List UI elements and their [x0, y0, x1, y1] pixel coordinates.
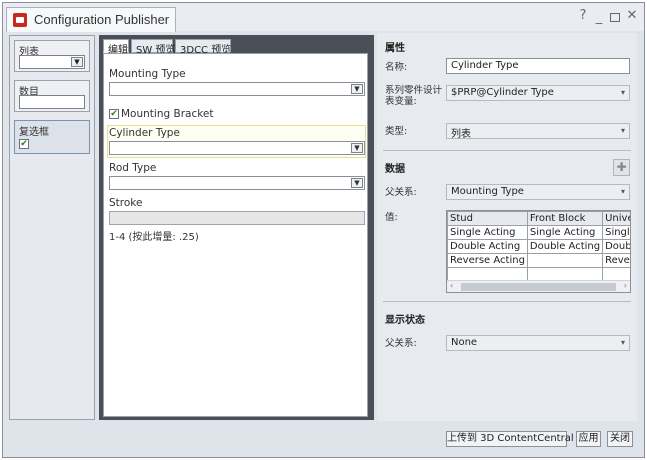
mounting-bracket-label[interactable]: Mounting Bracket: [121, 108, 214, 120]
cylinder-type-label[interactable]: Cylinder Type: [109, 127, 180, 139]
palette-item-checkbox[interactable]: 复选框 ✔: [14, 120, 90, 154]
list-dropdown-preview: ▼: [19, 55, 85, 69]
data-parent-dropdown[interactable]: Mounting Type ▾: [446, 184, 630, 200]
grid-column-header[interactable]: Stud: [447, 211, 528, 226]
grid-cell[interactable]: Single Ac: [602, 225, 630, 240]
prp-label: 系列零件设计表变量:: [385, 85, 443, 107]
checkbox-preview-icon: ✔: [19, 139, 29, 149]
chevron-down-icon: ▾: [620, 126, 625, 135]
configuration-publisher-window: Configuration Publisher ? _ ✕ 列表 ▼ 数目 复选…: [2, 2, 645, 458]
divider: [383, 150, 631, 151]
tab-3dcc-preview[interactable]: 3DCC 预览: [175, 39, 231, 56]
scroll-right-icon[interactable]: ›: [624, 281, 627, 290]
mounting-type-dropdown[interactable]: ▼: [109, 82, 365, 96]
stroke-input[interactable]: [109, 211, 365, 225]
tab-edit[interactable]: 编辑: [103, 39, 129, 56]
chevron-down-icon: ▼: [351, 143, 363, 153]
type-dropdown[interactable]: 列表 ▾: [446, 123, 630, 140]
grid-cell[interactable]: Reverse Acting: [447, 253, 528, 268]
window-title: Configuration Publisher: [34, 12, 170, 27]
properties-header: 属性: [385, 43, 405, 54]
display-state-header: 显示状态: [385, 315, 425, 326]
palette-item-number[interactable]: 数目: [14, 80, 90, 112]
app-logo-icon: [13, 13, 27, 27]
window-tab[interactable]: Configuration Publisher: [6, 7, 176, 32]
prp-value: $PRP@Cylinder Type: [451, 87, 554, 98]
stroke-label[interactable]: Stroke: [109, 197, 142, 209]
grid-column-header[interactable]: Universa: [602, 211, 630, 226]
grid-cell[interactable]: Single Acting: [526, 225, 604, 240]
name-field[interactable]: Cylinder Type: [446, 58, 630, 74]
grid-cell[interactable]: Double A: [602, 239, 630, 254]
grid-cell[interactable]: Reverse: [602, 253, 630, 268]
tab-sw-preview[interactable]: SW 预览: [131, 39, 175, 56]
apply-button[interactable]: 应用: [576, 431, 601, 447]
stroke-hint: 1-4 (按此增量: .25): [109, 232, 199, 243]
rod-type-dropdown[interactable]: ▼: [109, 176, 365, 190]
grid-row: Reverse Acting Reverse: [447, 253, 630, 268]
grid-cell[interactable]: [526, 253, 604, 268]
chevron-down-icon: ▼: [71, 57, 83, 67]
prp-dropdown[interactable]: $PRP@Cylinder Type ▾: [446, 85, 630, 101]
grid-cell[interactable]: Double Acting: [526, 239, 604, 254]
close-window-button[interactable]: ✕: [625, 8, 639, 23]
chevron-down-icon: ▾: [620, 88, 625, 97]
title-bar: Configuration Publisher ? _ ✕: [3, 3, 644, 32]
close-button[interactable]: 关闭: [607, 431, 633, 447]
name-label: 名称:: [385, 62, 408, 73]
upload-button[interactable]: 上传到 3D ContentCentral: [446, 431, 574, 447]
values-grid[interactable]: Stud Front Block Universa Single Acting …: [446, 210, 631, 293]
type-label: 类型:: [385, 126, 408, 137]
grid-cell[interactable]: Double Acting: [447, 239, 528, 254]
grid-column-header[interactable]: Front Block: [526, 211, 604, 226]
control-palette: 列表 ▼ 数目 复选框 ✔: [9, 35, 95, 420]
grid-horizontal-scrollbar[interactable]: ‹ ›: [447, 280, 630, 292]
scroll-thumb[interactable]: [461, 283, 616, 291]
help-button[interactable]: ?: [576, 8, 590, 23]
grid-cell[interactable]: Single Acting: [447, 225, 528, 240]
chevron-down-icon: ▾: [620, 187, 625, 196]
form-canvas: Mounting Type ▼ ✔ Mounting Bracket Cylin…: [103, 53, 368, 417]
display-parent-value: None: [451, 337, 478, 348]
add-value-button[interactable]: ✚: [613, 159, 630, 176]
display-parent-dropdown[interactable]: None ▾: [446, 335, 630, 351]
footer-bar: 上传到 3D ContentCentral 应用 关闭: [3, 424, 644, 457]
palette-item-list[interactable]: 列表 ▼: [14, 40, 90, 72]
cylinder-type-dropdown[interactable]: ▼: [109, 141, 365, 155]
grid-row: Double Acting Double Acting Double A: [447, 239, 630, 254]
grid-header-row: Stud Front Block Universa: [447, 211, 630, 226]
mounting-bracket-checkbox[interactable]: ✔: [109, 109, 119, 119]
data-header: 数据: [385, 164, 405, 175]
data-parent-value: Mounting Type: [451, 186, 524, 197]
properties-panel: 属性 名称: Cylinder Type 系列零件设计表变量: $PRP@Cyl…: [377, 33, 637, 421]
scroll-left-icon[interactable]: ‹: [450, 281, 453, 290]
display-parent-label: 父关系:: [385, 338, 417, 349]
mounting-type-label[interactable]: Mounting Type: [109, 68, 186, 80]
rod-type-label[interactable]: Rod Type: [109, 162, 156, 174]
data-parent-label: 父关系:: [385, 187, 417, 198]
minimize-button[interactable]: _: [592, 10, 606, 25]
palette-item-label: 复选框: [19, 127, 49, 138]
number-box-preview: [19, 95, 85, 109]
chevron-down-icon: ▼: [351, 178, 363, 188]
maximize-button[interactable]: [610, 13, 620, 22]
divider: [383, 301, 631, 302]
value-label: 值:: [385, 212, 398, 223]
chevron-down-icon: ▾: [620, 338, 625, 347]
type-value: 列表: [451, 129, 471, 140]
grid-row: Single Acting Single Acting Single Ac: [447, 225, 630, 240]
editor-panel: 编辑 SW 预览 3DCC 预览 Mounting Type ▼ ✔ Mount…: [99, 35, 374, 420]
chevron-down-icon: ▼: [351, 84, 363, 94]
